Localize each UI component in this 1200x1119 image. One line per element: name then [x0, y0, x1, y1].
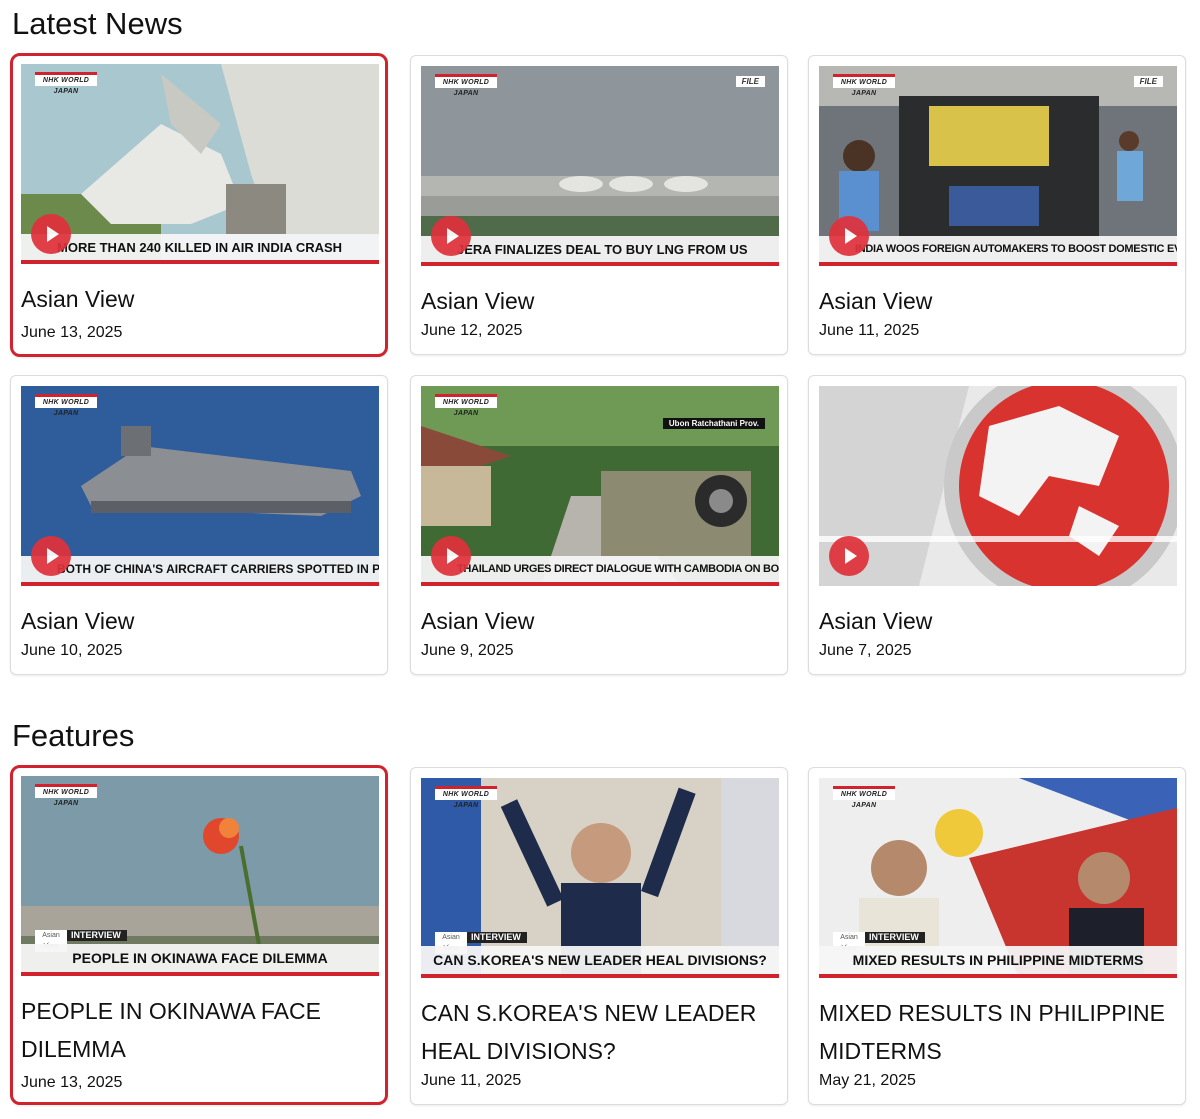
card-date: June 11, 2025: [819, 322, 920, 339]
video-thumbnail[interactable]: NHK WORLD JAPAN FILE INDIA WOOS FOREIGN …: [819, 66, 1177, 266]
nhk-world-logo: NHK WORLD JAPAN: [435, 394, 497, 417]
news-card-jera-lng[interactable]: NHK WORLD JAPAN FILE JERA FINALIZES DEAL…: [410, 55, 788, 355]
nhk-world-logo: NHK WORLD JAPAN: [833, 74, 895, 97]
nhk-world-logo: NHK WORLD JAPAN: [35, 72, 97, 95]
card-title[interactable]: Asian View: [21, 602, 381, 640]
news-card-asian-view-globe[interactable]: Asian View June 7, 2025: [808, 375, 1186, 675]
news-card-china-carriers[interactable]: NHK WORLD JAPAN BOTH OF CHINA'S AIRCRAFT…: [10, 375, 388, 675]
nhk-world-logo: NHK WORLD JAPAN: [435, 786, 497, 809]
card-date: June 13, 2025: [21, 324, 123, 341]
play-icon[interactable]: [31, 214, 71, 254]
video-thumbnail[interactable]: NHK WORLD JAPAN MORE THAN 240 KILLED IN …: [21, 64, 379, 264]
interview-tag: INTERVIEW: [435, 932, 527, 954]
play-icon[interactable]: [431, 216, 471, 256]
thumbnail-caption: BOTH OF CHINA'S AIRCRAFT CARRIERS SPOTTE…: [21, 556, 379, 586]
interview-tag: INTERVIEW: [833, 932, 925, 954]
card-title[interactable]: CAN S.KOREA'S NEW LEADER HEAL DIVISIONS?: [421, 994, 781, 1070]
news-card-thailand-cambodia[interactable]: NHK WORLD JAPAN Ubon Ratchathani Prov. T…: [410, 375, 788, 675]
thumbnail-caption: MORE THAN 240 KILLED IN AIR INDIA CRASH: [21, 234, 379, 264]
card-title[interactable]: PEOPLE IN OKINAWA FACE DILEMMA: [21, 992, 381, 1068]
card-date: June 9, 2025: [421, 642, 514, 659]
video-thumbnail[interactable]: NHK WORLD JAPAN INTERVIEW CAN S.KOREA'S …: [421, 778, 779, 978]
news-card-india-ev[interactable]: NHK WORLD JAPAN FILE INDIA WOOS FOREIGN …: [808, 55, 1186, 355]
card-date: May 21, 2025: [819, 1072, 916, 1089]
video-thumbnail[interactable]: NHK WORLD JAPAN BOTH OF CHINA'S AIRCRAFT…: [21, 386, 379, 586]
feature-card-s-korea[interactable]: NHK WORLD JAPAN INTERVIEW CAN S.KOREA'S …: [410, 767, 788, 1105]
interview-tag: INTERVIEW: [35, 930, 127, 952]
nhk-world-logo: NHK WORLD JAPAN: [435, 74, 497, 97]
card-date: June 10, 2025: [21, 642, 123, 659]
video-thumbnail[interactable]: [819, 386, 1177, 586]
card-date: June 7, 2025: [819, 642, 912, 659]
video-thumbnail[interactable]: NHK WORLD JAPAN Ubon Ratchathani Prov. T…: [421, 386, 779, 586]
video-thumbnail[interactable]: NHK WORLD JAPAN INTERVIEW PEOPLE IN OKIN…: [21, 776, 379, 976]
thumbnail-caption: THAILAND URGES DIRECT DIALOGUE WITH CAMB…: [421, 556, 779, 586]
card-title[interactable]: Asian View: [421, 602, 781, 640]
feature-card-okinawa[interactable]: NHK WORLD JAPAN INTERVIEW PEOPLE IN OKIN…: [10, 765, 388, 1105]
play-icon[interactable]: [431, 536, 471, 576]
thumbnail-caption: JERA FINALIZES DEAL TO BUY LNG FROM US: [421, 236, 779, 266]
card-title[interactable]: Asian View: [421, 282, 781, 320]
nhk-world-logo: NHK WORLD JAPAN: [35, 784, 97, 807]
thumbnail-caption: INDIA WOOS FOREIGN AUTOMAKERS TO BOOST D…: [819, 236, 1177, 266]
card-title[interactable]: Asian View: [819, 282, 1179, 320]
card-date: June 11, 2025: [421, 1072, 522, 1089]
video-thumbnail[interactable]: NHK WORLD JAPAN FILE JERA FINALIZES DEAL…: [421, 66, 779, 266]
card-title[interactable]: Asian View: [21, 280, 381, 318]
card-title[interactable]: Asian View: [819, 602, 1179, 640]
location-badge: Ubon Ratchathani Prov.: [662, 418, 765, 429]
section-title-latest-news: Latest News: [12, 6, 183, 41]
card-title[interactable]: MIXED RESULTS IN PHILIPPINE MIDTERMS: [819, 994, 1179, 1070]
play-icon[interactable]: [829, 536, 869, 576]
thumbnail-caption: MIXED RESULTS IN PHILIPPINE MIDTERMS: [819, 946, 1177, 978]
file-badge: FILE: [735, 76, 765, 87]
card-date: June 12, 2025: [421, 322, 523, 339]
video-thumbnail[interactable]: NHK WORLD JAPAN INTERVIEW MIXED RESULTS …: [819, 778, 1177, 978]
thumbnail-caption: CAN S.KOREA'S NEW LEADER HEAL DIVISIONS?: [421, 946, 779, 978]
feature-card-philippine-midterms[interactable]: NHK WORLD JAPAN INTERVIEW MIXED RESULTS …: [808, 767, 1186, 1105]
section-title-features: Features: [12, 718, 135, 753]
nhk-world-logo: NHK WORLD JAPAN: [833, 786, 895, 809]
news-card-air-india-crash[interactable]: NHK WORLD JAPAN MORE THAN 240 KILLED IN …: [10, 53, 388, 357]
play-icon[interactable]: [31, 536, 71, 576]
thumbnail-caption: PEOPLE IN OKINAWA FACE DILEMMA: [21, 944, 379, 976]
nhk-world-logo: NHK WORLD JAPAN: [35, 394, 97, 417]
card-date: June 13, 2025: [21, 1074, 123, 1091]
play-icon[interactable]: [829, 216, 869, 256]
file-badge: FILE: [1133, 76, 1163, 87]
